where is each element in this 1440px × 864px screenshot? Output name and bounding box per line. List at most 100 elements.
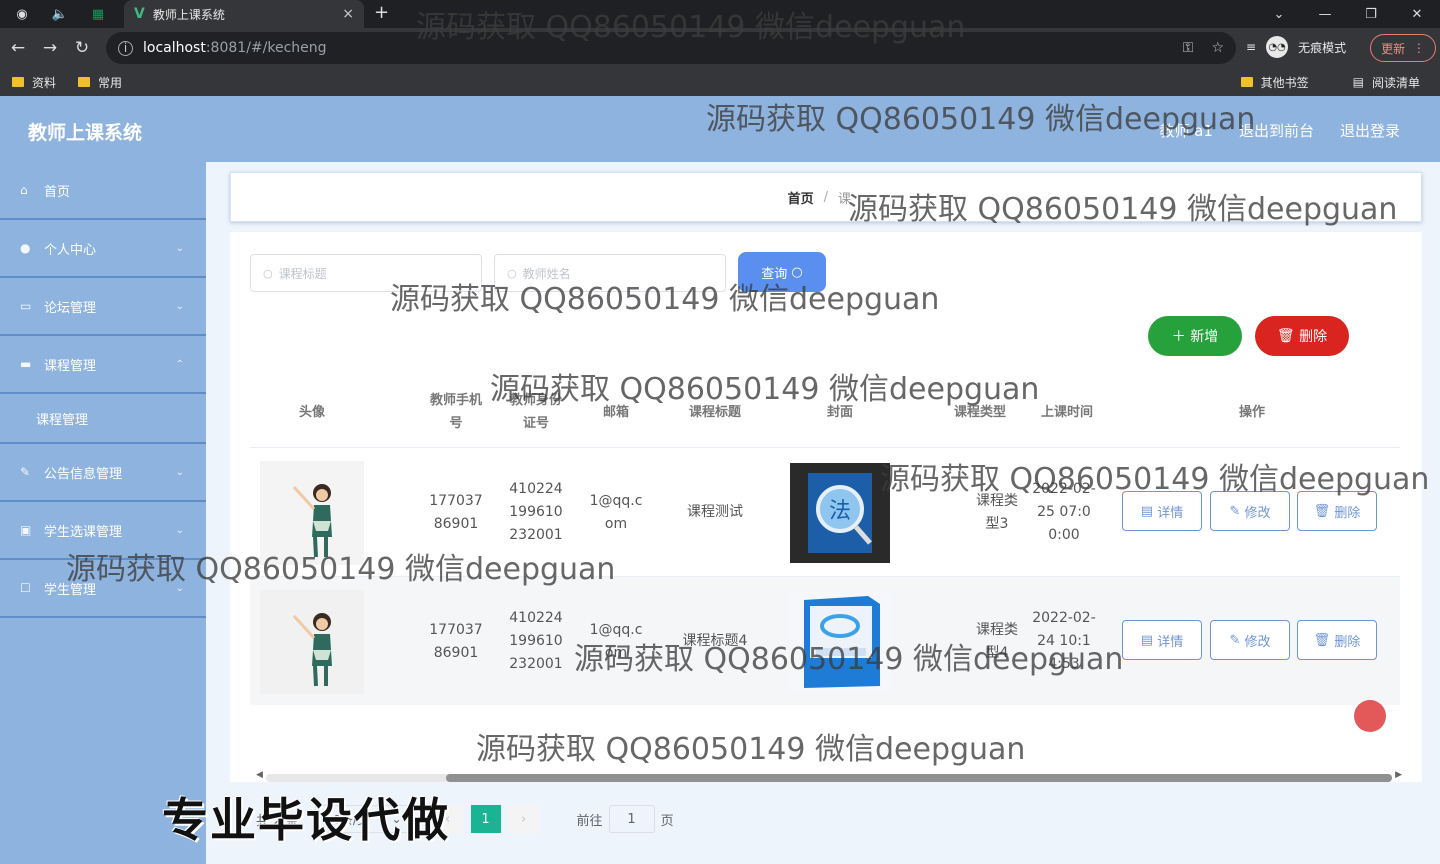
course-title-search-input[interactable]: ○ 课程标题 [250, 254, 482, 292]
document-icon: ▤ [1140, 632, 1154, 648]
col-phone: 教师手机号 [429, 393, 482, 431]
trash-icon: 🗑 [1276, 328, 1295, 344]
phone-cell: 17703786901 [429, 621, 483, 661]
teacher-name-search-input[interactable]: ○ 教师姓名 [494, 254, 726, 292]
breadcrumb-home[interactable]: 首页 [788, 188, 814, 207]
mute-icon[interactable]: 🔈 [48, 2, 72, 26]
scroll-thumb[interactable] [446, 774, 1392, 782]
goto-page-input[interactable]: 1 [608, 805, 655, 833]
sidebar-subitem-course[interactable]: 课程管理 [0, 394, 206, 444]
delete-button[interactable]: 🗑 删除 [1297, 491, 1377, 531]
sheets-icon[interactable]: ▦ [86, 2, 110, 26]
add-button[interactable]: ＋ 新增 [1148, 316, 1242, 356]
back-icon[interactable]: ← [2, 38, 34, 58]
sidebar-item-label: 学生管理 [44, 582, 97, 598]
update-button[interactable]: 更新 ⋮ [1370, 34, 1436, 62]
sidebar-item-course[interactable]: ▬ 课程管理 ⌃ [0, 336, 206, 394]
sidebar-item-label: 学生选课管理 [44, 524, 123, 540]
url-field[interactable]: i localhost:8081/#/kecheng ⚿ ☆ [106, 32, 1236, 64]
delete-label: 删除 [1299, 329, 1328, 345]
sidebar-item-label: 论坛管理 [44, 300, 97, 316]
sidebar-item-students[interactable]: ☐ 学生管理 ⌄ [0, 560, 206, 618]
sidebar-item-label: 首页 [44, 184, 71, 200]
current-user: 教师 a1 [1159, 122, 1213, 140]
sidebar-item-course-selection[interactable]: ▣ 学生选课管理 ⌄ [0, 502, 206, 560]
chevron-down-icon: ⌄ [175, 242, 184, 254]
teacher-avatar-image [260, 589, 364, 694]
bookmark-folder-0[interactable]: 资料 [12, 74, 56, 91]
batch-delete-button[interactable]: 🗑 删除 [1255, 316, 1349, 356]
site-info-icon[interactable]: i [118, 40, 133, 56]
course-icon: ▬ [20, 357, 32, 371]
tab-search-icon[interactable]: ⌄ [1256, 0, 1302, 28]
scroll-left-arrow-icon[interactable]: ◀ [256, 770, 263, 780]
teacher-avatar-image [260, 460, 364, 565]
col-cover: 封面 [826, 404, 853, 420]
sidebar-item-label: 课程管理 [36, 412, 89, 428]
new-tab-button[interactable]: + [374, 2, 389, 23]
delete-label: 删除 [1334, 634, 1361, 650]
home-icon: ⌂ [20, 183, 28, 197]
delete-label: 删除 [1334, 505, 1361, 521]
incognito-indicator[interactable]: ≡ ◔◔ 无痕模式 [1246, 36, 1346, 58]
horizontal-scrollbar[interactable]: ◀ ▶ [256, 770, 1402, 784]
folder-icon [12, 77, 24, 87]
col-id-card: 教师身份证号 [509, 393, 562, 431]
sidebar-item-profile[interactable]: ● 个人中心 ⌄ [0, 220, 206, 278]
bookmark-label: 其他书签 [1260, 75, 1309, 90]
back-to-front-link[interactable]: 退出到前台 [1239, 120, 1314, 141]
trash-icon: 🗑 [1313, 503, 1331, 519]
search-button-label: 查询 [761, 266, 788, 282]
edit-button[interactable]: ✎ 修改 [1210, 620, 1290, 660]
reading-list[interactable]: ▤ 阅读清单 [1353, 74, 1420, 91]
url-path: :8081/#/kecheng [205, 40, 327, 56]
reload-icon[interactable]: ↻ [66, 38, 98, 58]
detail-button[interactable]: ▤ 详情 [1122, 491, 1202, 531]
restore-button[interactable]: ❐ [1348, 0, 1394, 28]
sidebar-item-forum[interactable]: ▭ 论坛管理 ⌄ [0, 278, 206, 336]
close-window-button[interactable]: ✕ [1394, 0, 1440, 28]
forward-icon[interactable]: → [34, 38, 66, 58]
svg-text:法: 法 [829, 499, 851, 524]
logout-link[interactable]: 退出登录 [1340, 120, 1400, 141]
cover-cell: 法 [780, 448, 900, 577]
scroll-right-arrow-icon[interactable]: ▶ [1395, 770, 1402, 780]
main-area: 首页 / 课 ○ 课程标题 ○ 教师姓名 查询 ○ ＋ 新增 🗑 删除 头像 教师手… [206, 162, 1440, 864]
active-tab[interactable]: V 教师上课系统 × [124, 0, 364, 28]
key-icon[interactable]: ⚿ [1183, 40, 1194, 56]
chevron-up-icon: ⌃ [175, 358, 184, 370]
bookmark-folder-1[interactable]: 常用 [78, 74, 122, 91]
course-title-cell: 课程测试 [687, 504, 743, 520]
other-bookmarks[interactable]: 其他书签 [1240, 74, 1309, 91]
breadcrumb-current: 课 [837, 191, 851, 207]
chevron-down-icon: ⌄ [175, 582, 184, 594]
breadcrumb: 首页 / 课 [230, 172, 1422, 222]
search-button[interactable]: 查询 ○ [738, 252, 826, 292]
vue-logo-icon: V [134, 6, 145, 22]
detail-button[interactable]: ▤ 详情 [1122, 620, 1202, 660]
sidebar-item-label: 个人中心 [44, 242, 97, 258]
minimize-button[interactable]: — [1302, 0, 1348, 28]
pencil-icon: ✎ [1229, 503, 1241, 519]
table-row: 17703786901 410224199610232001 1@qq.com … [250, 576, 1400, 705]
update-label: 更新 [1381, 41, 1406, 56]
next-page-button[interactable]: › [508, 805, 539, 833]
sidebar-item-home[interactable]: ⌂ 首页 [0, 162, 206, 220]
edit-button[interactable]: ✎ 修改 [1210, 491, 1290, 531]
delete-button[interactable]: 🗑 删除 [1297, 620, 1377, 660]
browser-menu-icon[interactable]: ◉ [10, 2, 34, 26]
app-header: 教师上课系统 教师 a1 退出到前台 退出登录 [0, 96, 1440, 162]
bookmark-label: 资料 [32, 75, 57, 90]
sidebar-item-notice[interactable]: ✎ 公告信息管理 ⌄ [0, 444, 206, 502]
detail-label: 详情 [1157, 505, 1184, 521]
bookmark-star-icon[interactable]: ☆ [1211, 40, 1224, 56]
folder-icon [1240, 77, 1253, 87]
reading-list-icon[interactable]: ≡ [1246, 40, 1256, 54]
add-label: 新增 [1190, 329, 1219, 345]
window-controls: ⌄ — ❐ ✕ [1256, 0, 1440, 28]
page-unit-label: 页 [660, 813, 674, 829]
chevron-down-icon: ⌄ [175, 466, 184, 478]
page-number-current[interactable]: 1 [470, 805, 501, 833]
course-cover-image [790, 591, 890, 692]
tab-close-icon[interactable]: × [342, 6, 354, 22]
